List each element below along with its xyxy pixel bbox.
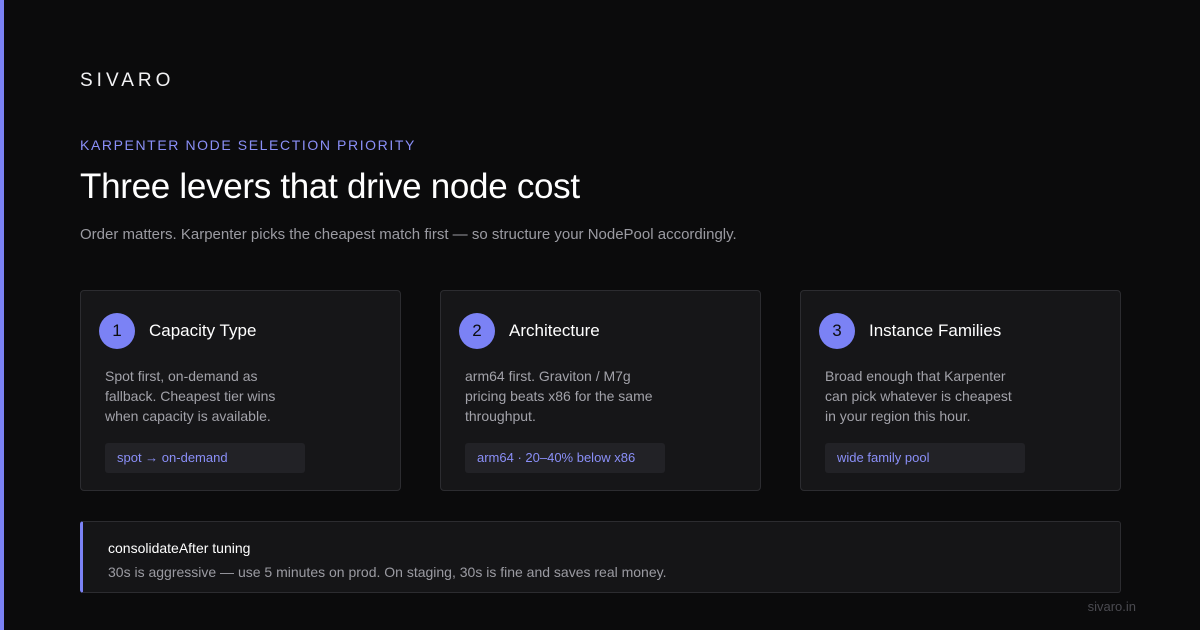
eyebrow-label: KARPENTER NODE SELECTION PRIORITY <box>80 137 416 153</box>
card-description: Broad enough that Karpenter can pick wha… <box>825 368 1012 424</box>
card-title: Capacity Type <box>149 321 257 340</box>
step-number-badge: 3 <box>819 313 855 349</box>
footer-url: sivaro.in <box>1087 599 1136 614</box>
card-description: Spot first, on-demand as fallback. Cheap… <box>105 368 276 424</box>
card-capacity-type: 1 Capacity Type Spot first, on-demand as… <box>80 290 401 491</box>
card-instance-families: 3 Instance Families Broad enough that Ka… <box>800 290 1121 491</box>
callout-title: consolidateAfter tuning <box>108 540 251 556</box>
tip-callout: consolidateAfter tuning 30s is aggressiv… <box>80 521 1121 593</box>
card-tag: wide family pool <box>825 443 1025 473</box>
card-tag: arm64 · 20–40% below x86 <box>465 443 665 473</box>
step-number-badge: 2 <box>459 313 495 349</box>
page-subtitle: Order matters. Karpenter picks the cheap… <box>80 226 737 243</box>
card-title: Instance Families <box>869 321 1002 340</box>
accent-bar <box>0 0 4 630</box>
step-number-badge: 1 <box>99 313 135 349</box>
card-architecture: 2 Architecture arm64 first. Graviton / M… <box>440 290 761 491</box>
brand-logo: SIVARO <box>80 70 175 91</box>
card-description: arm64 first. Graviton / M7g pricing beat… <box>465 368 653 424</box>
page-title: Three levers that drive node cost <box>80 167 580 206</box>
card-tag: spot → on-demand <box>105 443 305 473</box>
card-title: Architecture <box>509 321 600 340</box>
callout-body: 30s is aggressive — use 5 minutes on pro… <box>108 564 667 580</box>
